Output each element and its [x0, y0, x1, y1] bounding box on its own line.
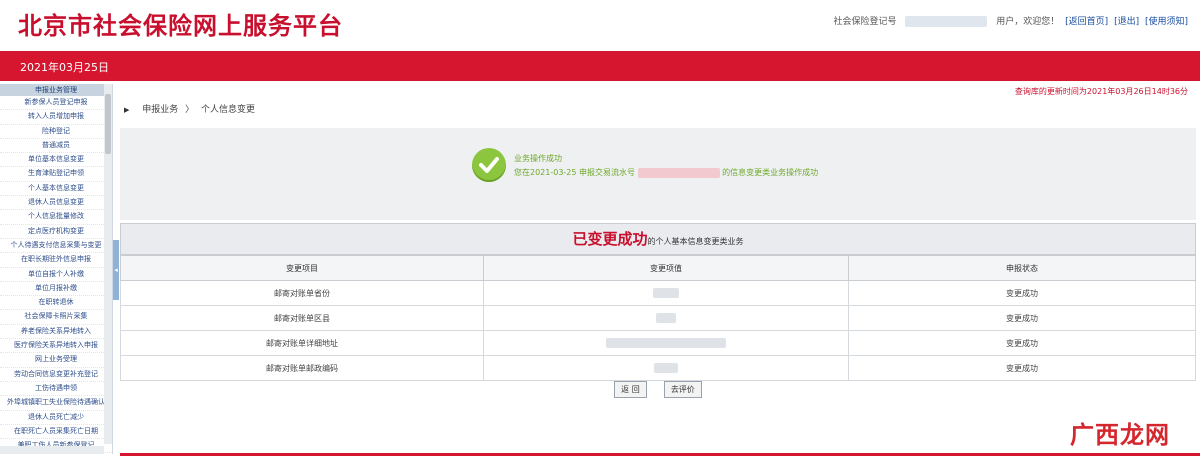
usage-guide-link[interactable]: [使用须知] — [1145, 17, 1188, 27]
sidebar-menu-item[interactable]: 养老保险关系异地转入 — [0, 325, 112, 340]
table-row: 邮寄对账单区县 变更成功 — [120, 305, 1196, 331]
current-date: 2021年03月25日 — [20, 61, 109, 74]
breadcrumb: ▶ 申报业务 〉 个人信息变更 — [124, 102, 255, 115]
scroll-thumb[interactable] — [105, 94, 111, 154]
table-title-text: 的个人基本信息变更类业务 — [647, 237, 744, 246]
sidebar-menu-item[interactable]: 退休人员信息变更 — [0, 196, 112, 211]
sidebar-menu-item[interactable]: 退休人员死亡减少 — [0, 411, 112, 425]
sidebar-menu-item[interactable]: 医疗保险关系异地转入申报 — [0, 339, 112, 354]
action-buttons: 返 回 去评价 — [120, 377, 1196, 398]
sidebar-menu-item[interactable]: 工伤待遇申领 — [0, 382, 112, 397]
sidebar-menu-item[interactable]: 定点医疗机构变更 — [0, 225, 112, 239]
change-value-redacted — [483, 330, 849, 356]
change-result-table: 已变更成功的个人基本信息变更类业务 变更项目 变更项值 申报状态 邮寄对账单省份… — [120, 223, 1196, 381]
watermark-logo: 广西龙网 — [1070, 421, 1170, 449]
column-header: 变更项目 — [120, 255, 484, 281]
change-item: 邮寄对账单省份 — [120, 280, 484, 306]
home-link[interactable]: [返回首页] — [1065, 17, 1108, 27]
declare-status: 变更成功 — [848, 330, 1196, 356]
sidebar-menu-item[interactable]: 单位基本信息变更 — [0, 153, 112, 168]
column-header: 变更项值 — [483, 255, 849, 281]
success-message: 业务操作成功 您在2021-03-25 申报交易流水号 的信息变更类业务操作成功 — [514, 152, 818, 180]
user-id-label: 社会保险登记号 — [833, 17, 897, 27]
breadcrumb-item[interactable]: 申报业务 — [142, 105, 178, 115]
results-table: 变更项目 变更项值 申报状态 邮寄对账单省份 变更成功 邮寄对账单区县 变更成功 — [120, 255, 1196, 381]
success-panel: 业务操作成功 您在2021-03-25 申报交易流水号 的信息变更类业务操作成功 — [120, 128, 1196, 220]
sidebar-menu-item[interactable]: 个人信息批量修改 — [0, 210, 112, 225]
sidebar-menu-item[interactable]: 个人基本信息变更 — [0, 182, 112, 197]
sidebar-menu: 申报业务管理 新参保人员登记申报 转入人员增加申报 险种登记 普通减员 单位基本信息变更… — [0, 84, 113, 454]
user-info-bar: 社会保险登记号 用户，欢迎您！ [返回首页] [退出] [使用须知] — [833, 14, 1188, 27]
evaluate-button[interactable]: 去评价 — [663, 381, 702, 398]
back-button[interactable]: 返 回 — [614, 381, 647, 398]
sidebar-menu-item[interactable]: 外埠城镇职工失业保险待遇确认 — [0, 396, 112, 411]
change-value-redacted — [483, 280, 849, 306]
sidebar-menu-item[interactable]: 单位自报个人补缴 — [0, 268, 112, 282]
breadcrumb-item: 个人信息变更 — [201, 105, 256, 115]
breadcrumb-separator: 〉 — [185, 105, 195, 115]
serial-number-redacted — [637, 167, 720, 178]
sidebar-header[interactable]: 申报业务管理 — [0, 84, 112, 96]
welcome-text: 用户，欢迎您！ — [996, 17, 1060, 27]
table-title: 已变更成功的个人基本信息变更类业务 — [120, 223, 1196, 255]
top-header: 北京市社会保险网上服务平台 社会保险登记号 用户，欢迎您！ [返回首页] [退出… — [0, 0, 1200, 50]
sidebar-menu-item[interactable]: 劳动合同信息变更补充登记 — [0, 368, 112, 382]
main-content: 查询库的更新时间为2021年03月26日14时36分 ▶ 申报业务 〉 个人信息… — [120, 84, 1196, 456]
site-title: 北京市社会保险网上服务平台 — [18, 12, 343, 40]
sidebar-menu-item[interactable]: 在职转退休 — [0, 296, 112, 311]
logout-link[interactable]: [退出] — [1114, 17, 1139, 27]
table-title-highlight: 已变更成功 — [572, 230, 648, 248]
success-detail: 您在2021-03-25 申报交易流水号 的信息变更类业务操作成功 — [514, 167, 819, 178]
success-title: 业务操作成功 — [514, 154, 562, 163]
sidebar-menu-item[interactable]: 险种登记 — [0, 125, 112, 139]
sidebar-menu-item[interactable]: 网上业务受理 — [0, 353, 112, 368]
declare-status: 变更成功 — [848, 280, 1196, 306]
change-item: 邮寄对账单区县 — [120, 305, 484, 331]
table-row: 邮寄对账单省份 变更成功 — [120, 280, 1196, 306]
change-value-redacted — [483, 305, 849, 331]
success-check-icon — [472, 148, 506, 182]
collapse-sidebar-handle[interactable]: ◂ — [113, 240, 119, 300]
declare-status: 变更成功 — [848, 305, 1196, 331]
sidebar-menu-item[interactable]: 个人待遇支付信息采集与变更 — [0, 239, 112, 254]
change-item: 邮寄对账单详细地址 — [120, 330, 484, 356]
sidebar-menu-item[interactable]: 新参保人员登记申报 — [0, 96, 112, 111]
sidebar-scrollbar[interactable] — [104, 84, 112, 444]
sidebar-list: 新参保人员登记申报 转入人员增加申报 险种登记 普通减员 单位基本信息变更 生育津贴登记申… — [0, 96, 112, 454]
date-bar: 2021年03月25日 — [0, 51, 1200, 81]
bottom-divider — [120, 453, 1200, 456]
sidebar-menu-item[interactable]: 在职死亡人员采集死亡日期 — [0, 425, 112, 440]
sidebar-menu-item[interactable]: 普通减员 — [0, 139, 112, 154]
sidebar-menu-item[interactable]: 转入人员增加申报 — [0, 110, 112, 125]
sidebar-menu-item[interactable]: 单位月报补缴 — [0, 282, 112, 297]
sidebar-menu-item[interactable]: 在职长期驻外信息申报 — [0, 253, 112, 268]
update-time-note: 查询库的更新时间为2021年03月26日14时36分 — [1014, 87, 1188, 96]
user-id-redacted — [905, 16, 988, 27]
column-header: 申报状态 — [848, 255, 1196, 281]
sidebar-menu-item[interactable]: 社会保障卡照片采集 — [0, 310, 112, 325]
table-row: 邮寄对账单详细地址 变更成功 — [120, 330, 1196, 356]
sidebar-hscrollbar[interactable] — [0, 446, 104, 454]
breadcrumb-arrow-icon: ▶ — [124, 106, 130, 114]
sidebar-menu-item[interactable]: 生育津贴登记申领 — [0, 167, 112, 182]
